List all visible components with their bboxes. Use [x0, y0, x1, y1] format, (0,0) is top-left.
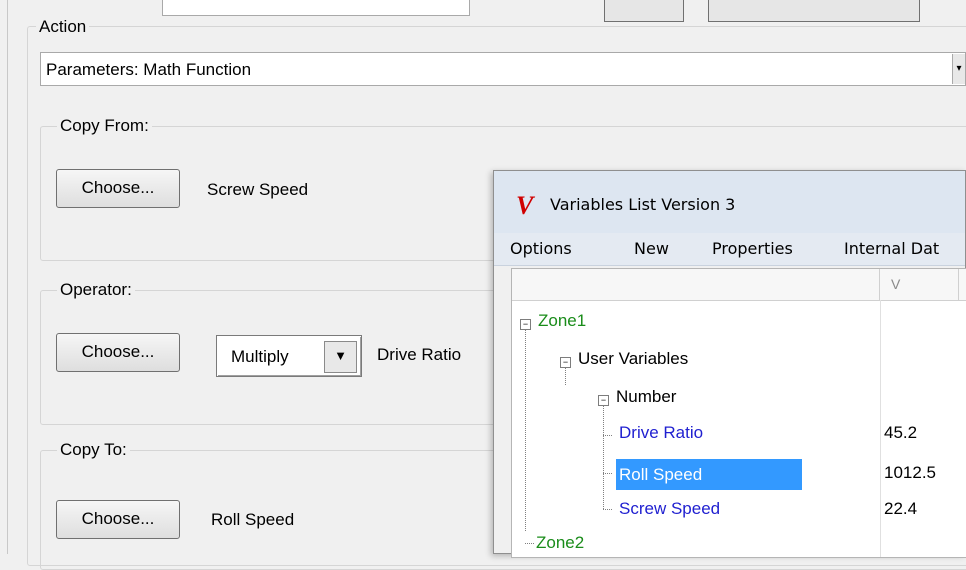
- collapse-icon[interactable]: −: [598, 395, 609, 406]
- operation-select-value: Multiply: [231, 347, 289, 366]
- tree-node-zone1[interactable]: Zone1: [538, 311, 586, 339]
- menu-bar: Options New Properties Internal Dat: [494, 233, 965, 266]
- header-name-column[interactable]: [512, 269, 880, 300]
- variables-list-window[interactable]: V Variables List Version 3 Options New P…: [493, 170, 966, 558]
- collapse-icon[interactable]: −: [560, 357, 571, 368]
- dropdown-arrow-icon[interactable]: ▼: [324, 341, 357, 373]
- copy-from-title: Copy From:: [57, 116, 152, 136]
- tree-item-roll-speed[interactable]: Roll Speed: [616, 459, 802, 490]
- tree-line: [603, 473, 612, 474]
- tree-value-roll-speed: 1012.5: [884, 463, 936, 482]
- tree-value-drive-ratio: 45.2: [884, 423, 918, 442]
- app-logo-icon: V: [516, 191, 534, 220]
- tree-item-screw-speed[interactable]: Screw Speed: [616, 499, 720, 527]
- copy-from-choose-button[interactable]: Choose...: [56, 169, 180, 208]
- menu-options[interactable]: Options: [510, 239, 572, 258]
- operator-title: Operator:: [57, 280, 135, 300]
- operation-select[interactable]: Multiply ▼: [216, 335, 362, 377]
- top-button-1[interactable]: [604, 0, 684, 22]
- chevron-down-icon[interactable]: ▾: [952, 54, 965, 84]
- action-select-value: Parameters: Math Function: [46, 60, 252, 79]
- copy-to-title: Copy To:: [57, 440, 130, 460]
- window-left-edge: [0, 0, 8, 554]
- copy-from-value: Screw Speed: [207, 180, 309, 199]
- action-select[interactable]: Parameters: Math Function ▾: [40, 52, 966, 86]
- operator-choose-button[interactable]: Choose...: [56, 333, 180, 372]
- tree-line: [525, 319, 526, 531]
- tree-value-screw-speed: 22.4: [884, 499, 918, 518]
- window-title: Variables List Version 3: [550, 195, 736, 214]
- menu-properties[interactable]: Properties: [712, 239, 793, 258]
- action-group-title: Action: [36, 17, 90, 37]
- operator-value: Drive Ratio: [377, 345, 462, 364]
- collapse-icon[interactable]: −: [520, 319, 531, 330]
- tree-node-number[interactable]: Number: [616, 387, 676, 415]
- top-button-2[interactable]: [708, 0, 920, 22]
- tree-line: [603, 509, 612, 510]
- copy-to-choose-button[interactable]: Choose...: [56, 500, 180, 539]
- column-divider: [880, 300, 881, 557]
- tree-line: [603, 395, 604, 509]
- tree-item-drive-ratio[interactable]: Drive Ratio: [616, 423, 703, 451]
- tree-line: [525, 543, 534, 544]
- menu-internal-data[interactable]: Internal Dat: [844, 239, 939, 258]
- window-titlebar[interactable]: V Variables List Version 3: [494, 171, 965, 233]
- copy-to-value: Roll Speed: [211, 510, 295, 529]
- variables-tree[interactable]: V − Zone1 − User Variables − Number Driv…: [511, 268, 966, 558]
- top-text-field[interactable]: [162, 0, 470, 16]
- tree-node-user-variables[interactable]: User Variables: [578, 349, 688, 377]
- tree-header: V: [512, 269, 966, 301]
- menu-new[interactable]: New: [634, 239, 669, 258]
- tree-line: [603, 435, 612, 436]
- tree-node-zone2[interactable]: Zone2: [536, 533, 584, 557]
- header-value-column[interactable]: V: [879, 269, 959, 300]
